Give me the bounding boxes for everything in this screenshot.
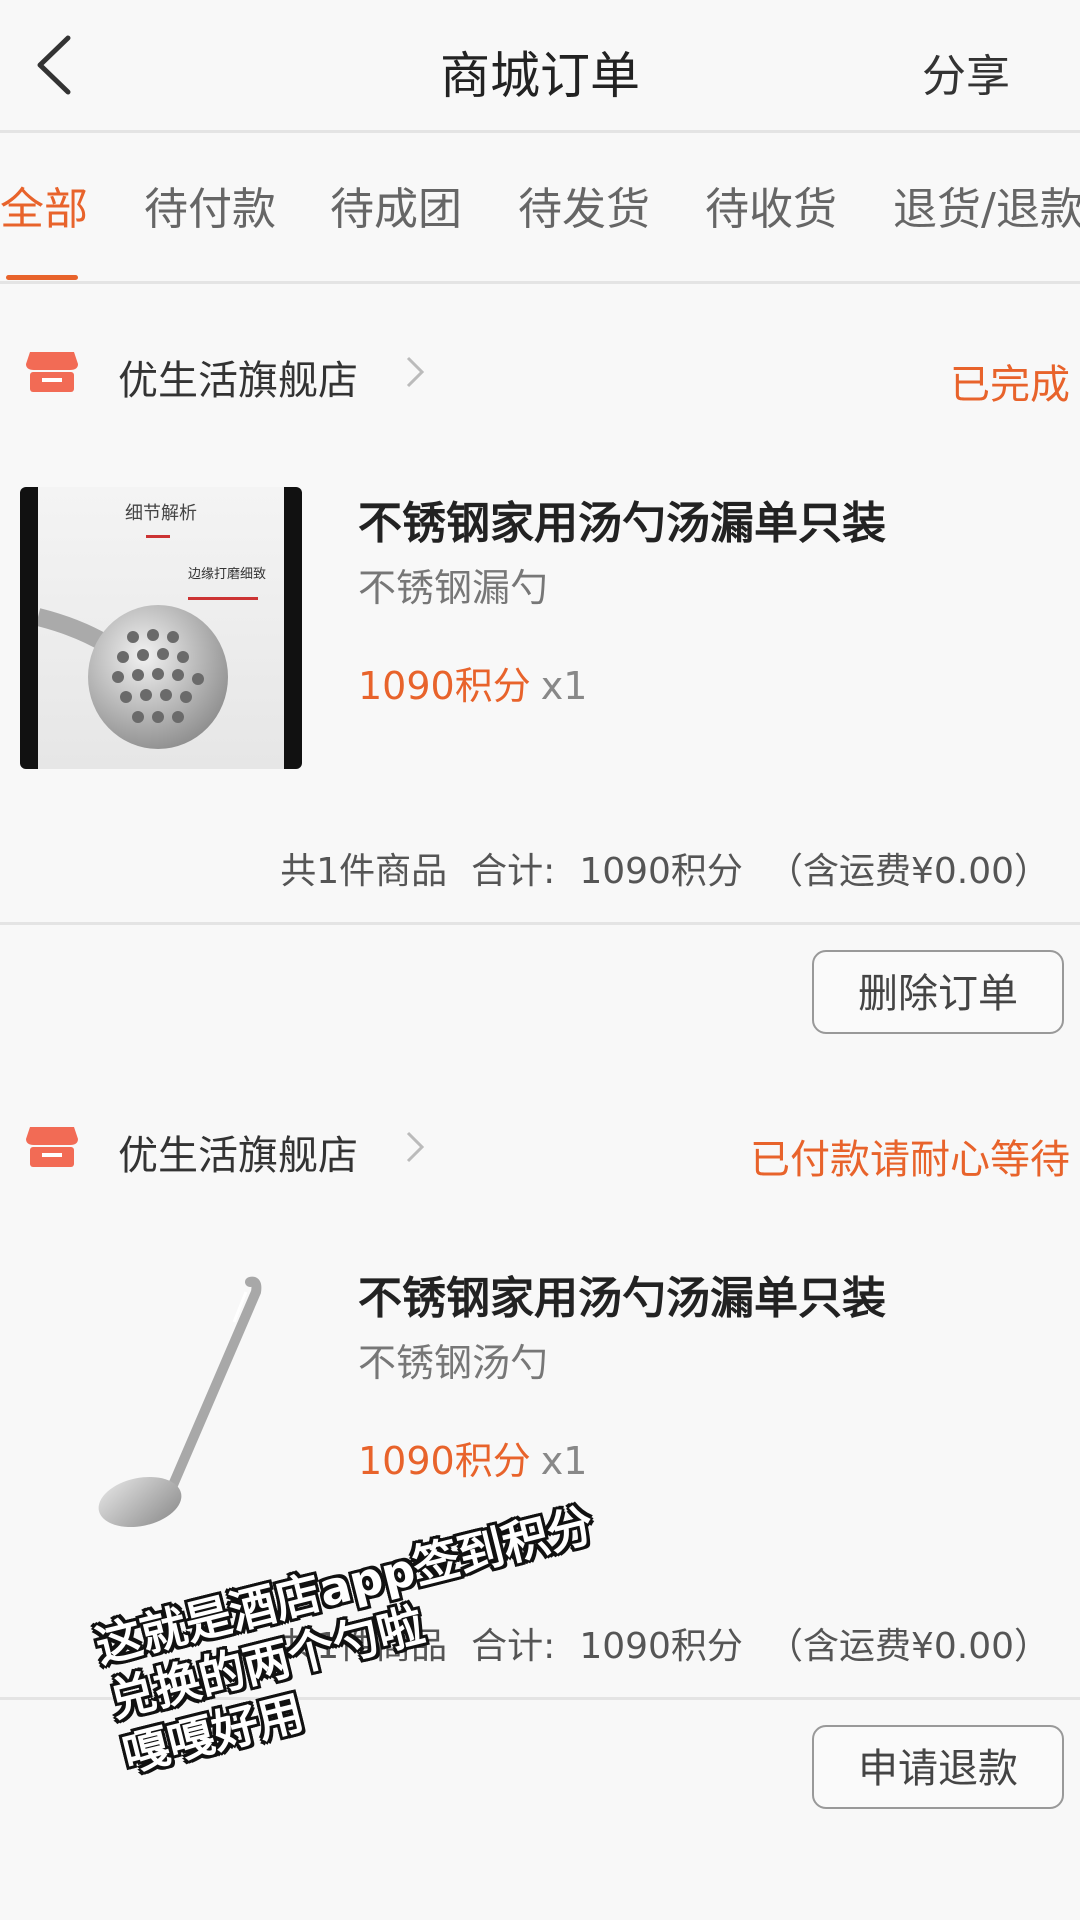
price-points: 1090积分 bbox=[358, 664, 531, 708]
product-image-panel: 细节解析 边缘打磨细致 bbox=[38, 487, 284, 769]
product-spec: 不锈钢汤勺 bbox=[358, 1341, 549, 1385]
chevron-right-icon[interactable] bbox=[400, 352, 430, 392]
shipping-fee: （含运费¥0.00） bbox=[766, 1626, 1050, 1667]
store-icon bbox=[26, 1127, 78, 1167]
share-button[interactable]: 分享 bbox=[922, 40, 1010, 104]
tab-all[interactable]: 全部 bbox=[0, 173, 88, 237]
product-image[interactable]: 细节解析 边缘打磨细致 bbox=[20, 487, 302, 769]
store-name[interactable]: 优生活旗舰店 bbox=[118, 1123, 358, 1181]
total-label: 合计: bbox=[471, 851, 556, 892]
order-status: 已完成 bbox=[950, 362, 1070, 408]
item-count: 共1件商品 bbox=[280, 851, 448, 892]
shipping-fee: （含运费¥0.00） bbox=[766, 851, 1050, 892]
order-summary: 共1件商品 合计: 1090积分 （含运费¥0.00） bbox=[280, 842, 1050, 894]
page-title: 商城订单 bbox=[440, 47, 640, 105]
header-bar: 商城订单 分享 bbox=[0, 0, 1080, 133]
ladle-icon[interactable] bbox=[20, 1262, 302, 1544]
image-accent-line bbox=[146, 535, 170, 538]
total-value: 1090积分 bbox=[579, 851, 743, 892]
skimmer-icon bbox=[38, 597, 258, 749]
request-refund-button[interactable]: 申请退款 bbox=[812, 1725, 1064, 1809]
tab-pending-group[interactable]: 待成团 bbox=[330, 173, 462, 237]
product-title[interactable]: 不锈钢家用汤勺汤漏单只装 bbox=[358, 487, 886, 551]
tab-pending-payment[interactable]: 待付款 bbox=[144, 173, 276, 237]
tab-pending-shipment[interactable]: 待发货 bbox=[518, 173, 650, 237]
product-spec: 不锈钢漏勺 bbox=[358, 566, 549, 610]
product-price: 1090积分 x1 bbox=[358, 655, 587, 710]
order-tabs: 全部 待付款 待成团 待发货 待收货 退货/退款 bbox=[0, 133, 1080, 284]
quantity: x1 bbox=[540, 664, 588, 708]
image-heading: 细节解析 bbox=[125, 503, 197, 524]
tab-returns-refunds[interactable]: 退货/退款 bbox=[893, 173, 1080, 237]
active-tab-indicator bbox=[6, 275, 78, 280]
order-status: 已付款请耐心等待 bbox=[750, 1137, 1070, 1183]
tab-pending-receipt[interactable]: 待收货 bbox=[705, 173, 837, 237]
quantity: x1 bbox=[540, 1439, 588, 1483]
product-title[interactable]: 不锈钢家用汤勺汤漏单只装 bbox=[358, 1262, 886, 1326]
store-name[interactable]: 优生活旗舰店 bbox=[118, 348, 358, 406]
divider bbox=[0, 922, 1080, 925]
price-points: 1090积分 bbox=[358, 1439, 531, 1483]
product-price: 1090积分 x1 bbox=[358, 1430, 587, 1485]
chevron-right-icon[interactable] bbox=[400, 1127, 430, 1167]
delete-order-button[interactable]: 删除订单 bbox=[812, 950, 1064, 1034]
store-icon bbox=[26, 352, 78, 392]
